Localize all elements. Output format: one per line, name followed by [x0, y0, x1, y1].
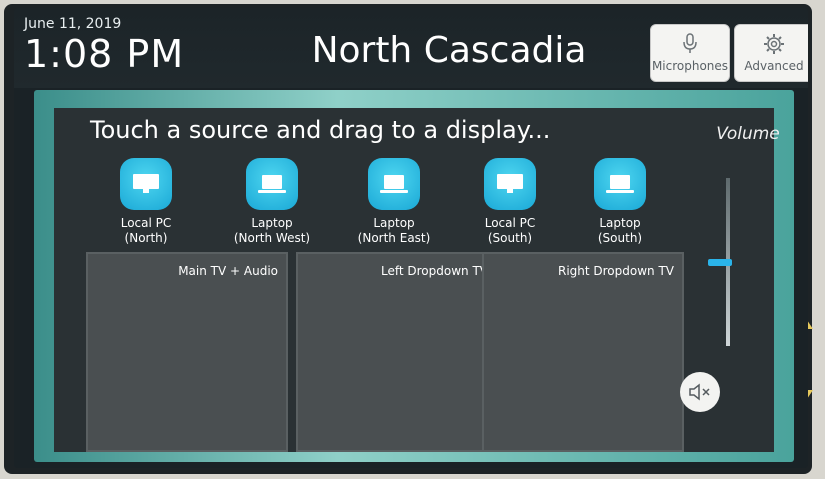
source-label: Laptop (North West) [233, 216, 311, 245]
source-label: Local PC (South) [484, 216, 536, 245]
source-label: Laptop (South) [597, 216, 643, 245]
monitor-icon [120, 158, 172, 210]
volume-slider-handle[interactable] [708, 259, 732, 266]
source-label: Laptop (North East) [357, 216, 431, 245]
display-left-dropdown-tv[interactable]: Left Dropdown TV [296, 252, 498, 452]
instruction-text: Touch a source and drag to a display... [90, 116, 551, 144]
header-bar: June 11, 2019 1:08 PM North Cascadia Mic… [14, 8, 808, 88]
display-right-dropdown-tv[interactable]: Right Dropdown TV [482, 252, 684, 452]
mute-button[interactable] [680, 372, 720, 412]
source-local-pc-south[interactable]: Local PC (South) [460, 158, 560, 246]
room-title: North Cascadia [311, 30, 587, 71]
source-label: Local PC (North) [120, 216, 172, 245]
laptop-icon [594, 158, 646, 210]
touch-screen: June 11, 2019 1:08 PM North Cascadia Mic… [14, 8, 808, 468]
volume-title: Volume [716, 124, 780, 144]
source-laptop-north-west[interactable]: Laptop (North West) [222, 158, 322, 246]
display-main-tv-audio[interactable]: Main TV + Audio [86, 252, 288, 452]
time-label: 1:08 PM [24, 32, 185, 76]
display-label: Right Dropdown TV [557, 264, 674, 278]
advanced-button[interactable]: Advanced [734, 24, 808, 82]
gear-icon [764, 34, 784, 54]
monitor-icon [484, 158, 536, 210]
display-label: Left Dropdown TV [381, 264, 488, 278]
microphones-button[interactable]: Microphones [650, 24, 730, 82]
speaker-mute-icon [689, 383, 710, 401]
microphones-label: Microphones [651, 59, 729, 73]
laptop-icon [368, 158, 420, 210]
advanced-label: Advanced [744, 59, 804, 73]
source-local-pc-north[interactable]: Local PC (North) [96, 158, 196, 246]
source-laptop-north-east[interactable]: Laptop (North East) [344, 158, 444, 246]
microphone-icon [683, 33, 697, 53]
display-label: Main TV + Audio [178, 264, 278, 278]
date-label: June 11, 2019 [24, 16, 122, 32]
laptop-icon [246, 158, 298, 210]
source-laptop-south[interactable]: Laptop (South) [570, 158, 670, 246]
